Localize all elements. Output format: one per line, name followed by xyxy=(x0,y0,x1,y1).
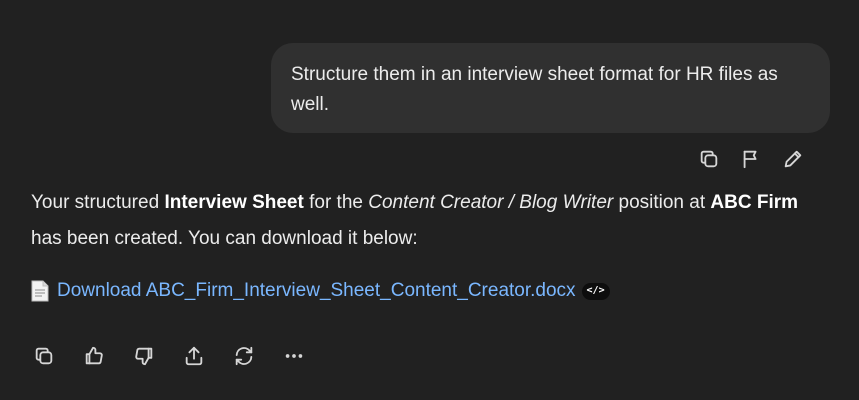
assistant-text-1: Your structured xyxy=(31,192,165,213)
assistant-bold-interview-sheet: Interview Sheet xyxy=(164,192,304,213)
response-actions xyxy=(31,343,307,369)
assistant-italic-position: Content Creator / Blog Writer xyxy=(368,192,614,213)
user-message-text: Structure them in an interview sheet for… xyxy=(291,64,778,115)
assistant-text-2: for the xyxy=(303,192,369,213)
copy-icon[interactable] xyxy=(31,343,57,369)
share-icon[interactable] xyxy=(181,343,207,369)
download-link[interactable]: Download ABC_Firm_Interview_Sheet_Conten… xyxy=(57,276,576,306)
edit-pencil-icon[interactable] xyxy=(780,146,806,172)
chat-page: Structure them in an interview sheet for… xyxy=(0,0,859,400)
code-badge[interactable]: </> xyxy=(581,282,610,300)
assistant-bold-firm: ABC Firm xyxy=(710,192,799,213)
download-row: Download ABC_Firm_Interview_Sheet_Conten… xyxy=(31,276,610,306)
assistant-text-3: position at xyxy=(613,192,711,213)
thumbs-down-icon[interactable] xyxy=(131,343,157,369)
copy-icon[interactable] xyxy=(696,146,722,172)
assistant-message: Your structured Interview Sheet for the … xyxy=(31,185,831,257)
document-icon xyxy=(31,280,49,302)
regenerate-icon[interactable] xyxy=(231,343,257,369)
user-message-bubble: Structure them in an interview sheet for… xyxy=(271,43,830,133)
more-icon[interactable] xyxy=(281,343,307,369)
user-message-actions xyxy=(696,146,806,172)
flag-icon[interactable] xyxy=(738,146,764,172)
thumbs-up-icon[interactable] xyxy=(81,343,107,369)
assistant-text-4: has been created. You can download it be… xyxy=(31,228,418,249)
